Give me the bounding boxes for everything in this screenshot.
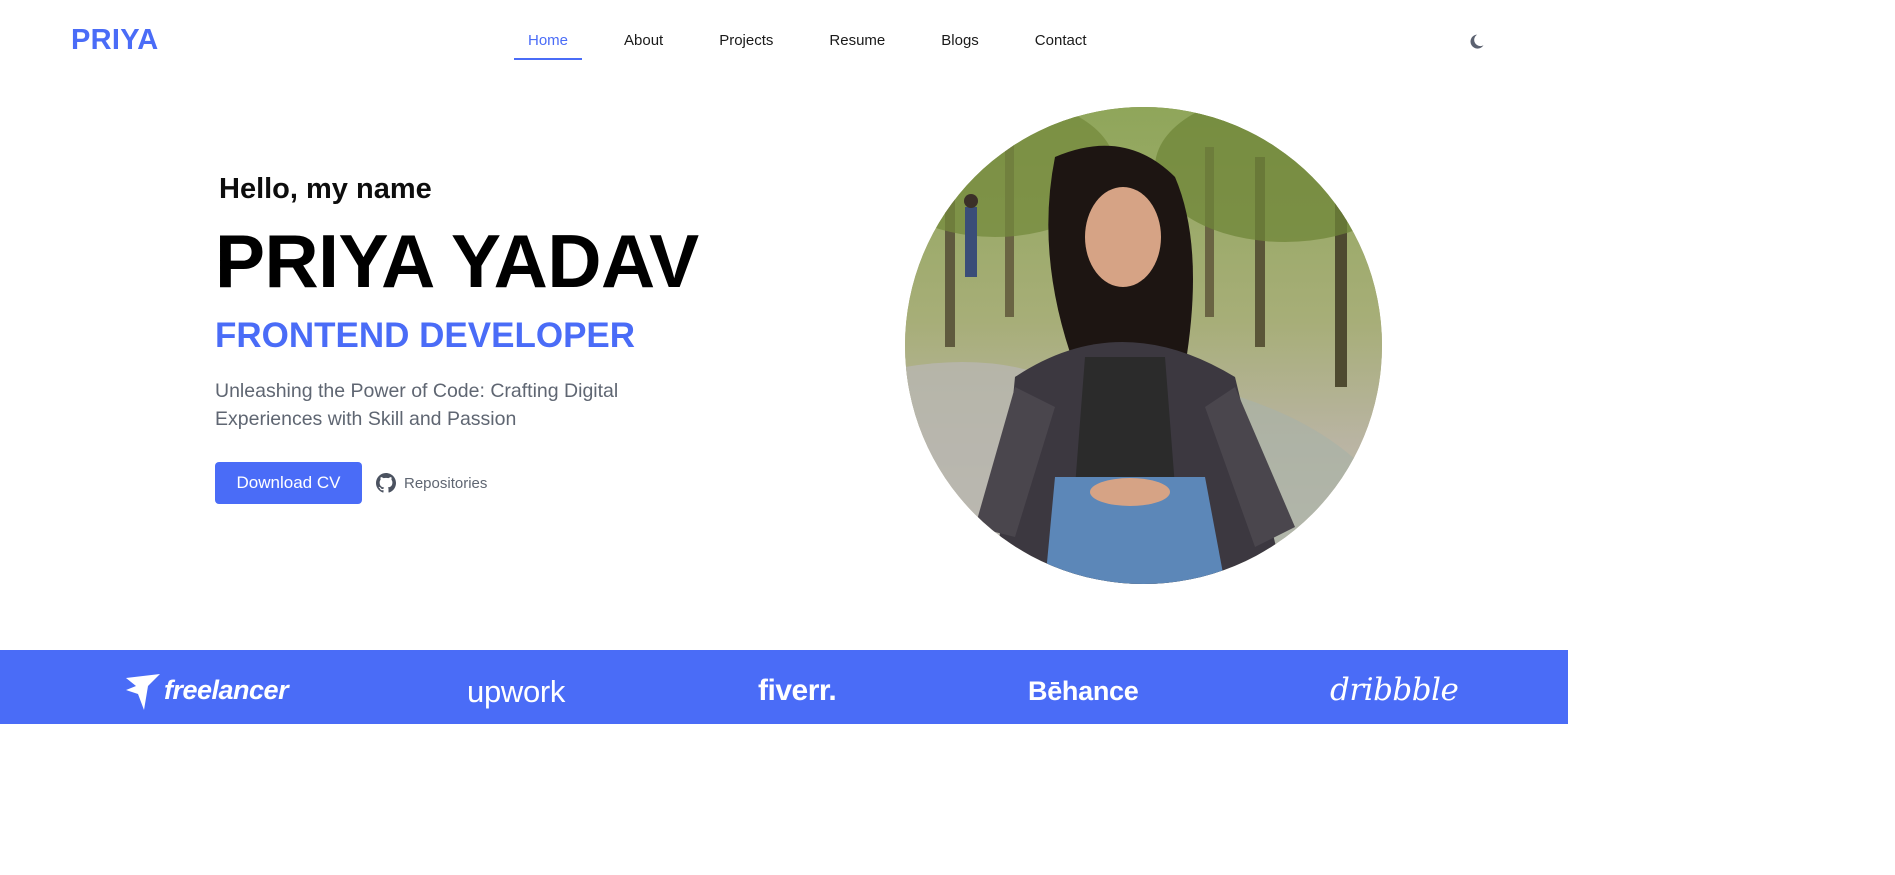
theme-toggle-button[interactable] <box>1468 30 1490 52</box>
hero-greeting: Hello, my name <box>219 173 432 205</box>
hero-name: PRIYA YADAV <box>215 219 699 303</box>
nav-item-blogs[interactable]: Blogs <box>927 22 993 60</box>
portfolio-page: PRIYA Home About Projects Resume Blogs C… <box>0 0 1568 724</box>
profile-photo <box>905 107 1382 584</box>
freelancer-bird-icon <box>126 674 160 710</box>
fiverr-logo[interactable]: fiverr. <box>758 674 837 708</box>
moon-icon <box>1470 34 1484 49</box>
site-logo[interactable]: PRIYA <box>71 24 158 57</box>
repositories-label: Repositories <box>404 474 488 492</box>
hero-tagline: Unleashing the Power of Code: Crafting D… <box>215 380 619 430</box>
partners-strip: freelancer upwork fiverr. Bēhance dribbb… <box>0 650 1568 724</box>
freelancer-label: freelancer <box>164 675 289 706</box>
nav-item-resume[interactable]: Resume <box>815 22 899 60</box>
nav-item-projects[interactable]: Projects <box>705 22 787 60</box>
upwork-logo[interactable]: upwork <box>467 674 565 710</box>
dribbble-logo[interactable]: dribbble <box>1330 672 1459 708</box>
download-cv-button[interactable]: Download CV <box>215 462 362 504</box>
behance-logo[interactable]: Bēhance <box>1028 676 1139 707</box>
github-icon <box>376 473 396 493</box>
nav-item-home[interactable]: Home <box>514 22 583 60</box>
site-header: PRIYA Home About Projects Resume Blogs C… <box>0 0 1568 82</box>
freelancer-logo[interactable]: freelancer <box>124 672 289 712</box>
repositories-link[interactable]: Repositories <box>376 471 487 495</box>
nav-item-about[interactable]: About <box>610 22 677 60</box>
nav-item-contact[interactable]: Contact <box>1021 22 1101 60</box>
main-nav: Home About Projects Resume Blogs Contact <box>514 22 1101 60</box>
hero-role: FRONTEND DEVELOPER <box>215 316 636 355</box>
